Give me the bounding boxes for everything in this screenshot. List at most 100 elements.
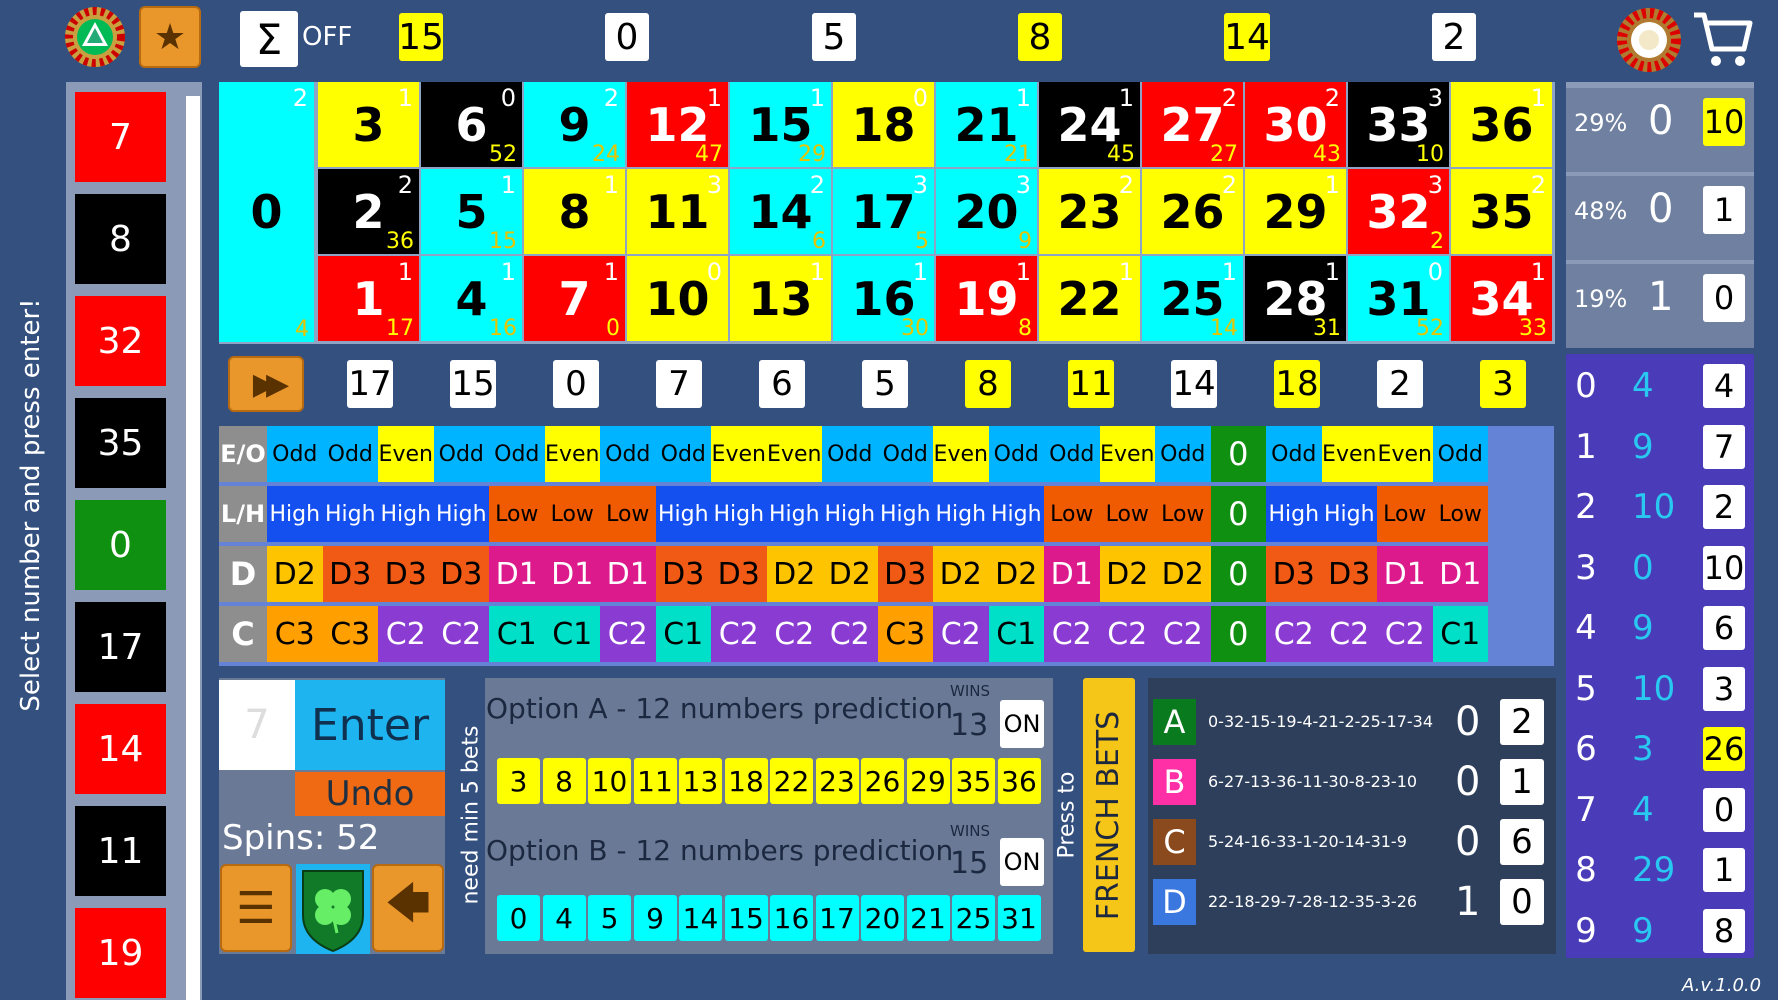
option-b-toggle[interactable]: ON <box>1000 838 1044 886</box>
undo-button[interactable]: Undo <box>295 772 445 816</box>
roulette-number-cell[interactable]: 36 1 <box>1451 82 1554 169</box>
history-item[interactable]: 0 <box>75 500 166 590</box>
history-item[interactable]: 32 <box>75 296 166 386</box>
cell-count: 4 <box>295 317 309 342</box>
roulette-number-cell[interactable]: 25 1 14 <box>1142 256 1245 343</box>
french-bet-letter[interactable]: D <box>1153 879 1196 925</box>
history-item[interactable]: 7 <box>75 92 166 182</box>
cell-hits: 2 <box>1530 171 1546 199</box>
roulette-number-cell[interactable]: 18 0 <box>833 82 936 169</box>
trend-cell: Low <box>1377 486 1433 542</box>
roulette-number-cell[interactable]: 30 2 43 <box>1245 82 1348 169</box>
top-number: 2 <box>1432 13 1476 61</box>
cell-count: 17 <box>386 316 414 341</box>
roulette-number-cell[interactable]: 9 2 24 <box>524 82 627 169</box>
cell-number: 18 <box>851 97 916 152</box>
trend-cell: High <box>766 486 822 542</box>
trend-cell: Odd <box>322 426 378 482</box>
french-bet-letter[interactable]: A <box>1153 699 1196 745</box>
roulette-number-cell[interactable]: 20 3 9 <box>936 169 1039 256</box>
roulette-number-cell[interactable]: 34 1 33 <box>1451 256 1554 343</box>
cell-hits: 3 <box>1015 171 1031 199</box>
sum-state-label: OFF <box>302 22 353 52</box>
roulette-number-cell[interactable]: 31 <box>318 82 421 169</box>
shop-button[interactable] <box>1690 6 1756 72</box>
option-a-number: 13 <box>679 758 722 804</box>
wheel-view-button[interactable] <box>1615 6 1683 74</box>
roulette-number-cell[interactable]: 2 2 36 <box>318 169 421 256</box>
history-item[interactable]: 19 <box>75 908 166 998</box>
digit-label: 2 <box>1575 487 1597 527</box>
favorite-button[interactable]: ★ <box>139 6 201 68</box>
history-item[interactable]: 17 <box>75 602 166 692</box>
history-item[interactable]: 14 <box>75 704 166 794</box>
back-button[interactable]: 🡄 <box>372 864 444 952</box>
trend-cell: D3 <box>711 546 767 602</box>
option-a-wins-label: WINS <box>950 682 990 700</box>
roulette-number-cell[interactable]: 15 1 29 <box>730 82 833 169</box>
history-item[interactable]: 11 <box>75 806 166 896</box>
roulette-number-cell[interactable]: 12 1 47 <box>627 82 730 169</box>
french-bet-sequence: 22-18-29-7-28-12-35-3-26 <box>1208 892 1418 911</box>
roulette-number-cell[interactable]: 81 <box>524 169 627 256</box>
history-item[interactable]: 8 <box>75 194 166 284</box>
roulette-number-cell[interactable]: 33 3 10 <box>1348 82 1451 169</box>
digit-value: 9 <box>1632 608 1654 648</box>
french-bets-button[interactable]: FRENCH BETS <box>1083 678 1135 952</box>
history-item[interactable]: 35 <box>75 398 166 488</box>
trend-cell: Low <box>544 486 600 542</box>
roulette-zero-cell[interactable]: 0 2 4 <box>219 82 316 344</box>
roulette-number-cell[interactable]: 32 3 2 <box>1348 169 1451 256</box>
roulette-number-cell[interactable]: 27 2 27 <box>1142 82 1245 169</box>
roulette-number-cell[interactable]: 22 1 <box>1039 256 1142 343</box>
roulette-number-cell[interactable]: 35 2 <box>1451 169 1554 256</box>
digit-value: 9 <box>1632 910 1654 951</box>
roulette-number-cell[interactable]: 71 0 <box>524 256 627 343</box>
roulette-number-cell[interactable]: 26 2 <box>1142 169 1245 256</box>
cell-number: 10 <box>645 271 710 326</box>
roulette-number-cell[interactable]: 6 0 52 <box>421 82 524 169</box>
roulette-number-cell[interactable]: 28 1 31 <box>1245 256 1348 343</box>
stats-list-button[interactable]: ☰ <box>220 864 292 952</box>
fast-forward-button[interactable]: ▶▶ <box>228 356 304 412</box>
cell-hits: 1 <box>706 84 722 112</box>
trend-cell: Odd <box>1155 426 1211 482</box>
roulette-number-cell[interactable]: 1 1 17 <box>318 256 421 343</box>
cell-number: 0 <box>250 185 283 239</box>
roulette-number-cell[interactable]: 17 3 5 <box>833 169 936 256</box>
roulette-wheel-icon <box>1617 8 1681 72</box>
option-a-number: 26 <box>861 758 904 804</box>
roulette-number-cell[interactable]: 23 2 <box>1039 169 1142 256</box>
cell-hits: 1 <box>1015 84 1031 112</box>
roulette-number-cell[interactable]: 21 1 21 <box>936 82 1039 169</box>
number-input[interactable]: 7 <box>219 680 295 770</box>
cell-count: 21 <box>1004 142 1032 167</box>
trend-cell: C2 <box>1266 606 1322 662</box>
roulette-number-cell[interactable]: 29 1 <box>1245 169 1348 256</box>
roulette-number-cell[interactable]: 19 1 8 <box>936 256 1039 343</box>
enter-button[interactable]: Enter <box>295 680 445 770</box>
trend-cell: D1 <box>600 546 656 602</box>
french-bet-letter[interactable]: C <box>1153 819 1196 865</box>
roulette-number-cell[interactable]: 13 1 <box>730 256 833 343</box>
digit-label: 7 <box>1575 789 1597 830</box>
trend-cell: 0 <box>1210 546 1266 602</box>
option-a-toggle[interactable]: ON <box>1000 700 1044 748</box>
roulette-number-cell[interactable]: 14 2 6 <box>730 169 833 256</box>
roulette-number-cell[interactable]: 24 1 45 <box>1039 82 1142 169</box>
history-scrollbar[interactable] <box>186 96 200 1000</box>
roulette-number-cell[interactable]: 16 1 30 <box>833 256 936 343</box>
sum-toggle-button[interactable]: Σ <box>240 11 298 67</box>
option-a-number: 18 <box>724 758 768 804</box>
roulette-number-cell[interactable]: 10 0 <box>627 256 730 343</box>
roulette-number-cell[interactable]: 31 0 52 <box>1348 256 1451 343</box>
trend-cell: C1 <box>655 606 711 662</box>
roulette-number-cell[interactable]: 11 3 <box>627 169 730 256</box>
roulette-number-cell[interactable]: 5 1 15 <box>421 169 524 256</box>
roulette-number-cell[interactable]: 4 1 16 <box>421 256 524 343</box>
clover-button[interactable] <box>296 864 370 954</box>
option-b-number: 14 <box>679 895 722 941</box>
digit-value: 4 <box>1632 366 1654 406</box>
app-logo[interactable] <box>63 6 127 68</box>
french-bet-letter[interactable]: B <box>1153 759 1196 805</box>
